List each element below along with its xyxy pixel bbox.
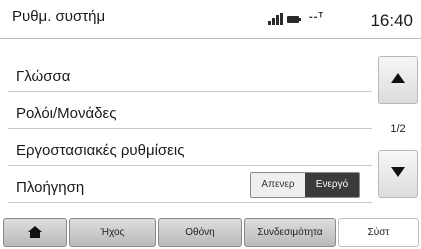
page-title: Ρυθμ. συστήμ (12, 8, 106, 25)
menu-item-factory-settings[interactable]: Εργοστασιακές ρυθμίσεις (8, 128, 372, 166)
tab-sound[interactable]: Ήχος (69, 218, 156, 247)
toggle-on-option[interactable]: Ενεργό (305, 173, 359, 197)
tab-bar: Ήχος Οθόνη Συνδεσιμότητα Σύστ (0, 214, 421, 249)
arrow-down-icon (391, 167, 405, 177)
arrow-up-icon (391, 73, 405, 83)
home-icon (28, 226, 42, 238)
battery-icon (287, 16, 301, 23)
scroll-up-button[interactable] (378, 56, 418, 104)
menu-item-language[interactable]: Γλώσσα (8, 54, 372, 92)
settings-menu: Γλώσσα Ρολόι/Μονάδες Εργοστασιακές ρυθμί… (0, 39, 372, 203)
page-indicator: 1/2 (390, 123, 406, 135)
menu-item-navigation: Πλοήγηση Απενερ Ενεργό (8, 165, 372, 203)
tab-home[interactable] (3, 218, 67, 247)
scroll-controls: 1/2 (378, 52, 418, 202)
clock: 16:40 (370, 11, 413, 30)
system-settings-screen: Ρυθμ. συστήμ --ᵀ 16:40 Γλώσσα Ρολόι/Μονά… (0, 0, 421, 249)
menu-item-clock-units[interactable]: Ρολόι/Μονάδες (8, 91, 372, 129)
menu-item-label: Εργοστασιακές ρυθμίσεις (16, 142, 185, 159)
toggle-off-option[interactable]: Απενερ (251, 173, 305, 197)
tab-display[interactable]: Οθόνη (158, 218, 242, 247)
header-bar: Ρυθμ. συστήμ --ᵀ 16:40 (0, 0, 421, 39)
tab-system[interactable]: Σύστ (338, 218, 419, 247)
navigation-toggle: Απενερ Ενεργό (250, 172, 360, 198)
menu-item-label: Γλώσσα (16, 68, 71, 85)
scroll-down-button[interactable] (378, 150, 418, 198)
menu-item-label: Ρολόι/Μονάδες (16, 105, 117, 122)
menu-item-label: Πλοήγηση (16, 179, 85, 196)
signal-strength-icon (268, 13, 284, 25)
network-status: --ᵀ (309, 11, 325, 23)
tab-connectivity[interactable]: Συνδεσιμότητα (244, 218, 336, 247)
